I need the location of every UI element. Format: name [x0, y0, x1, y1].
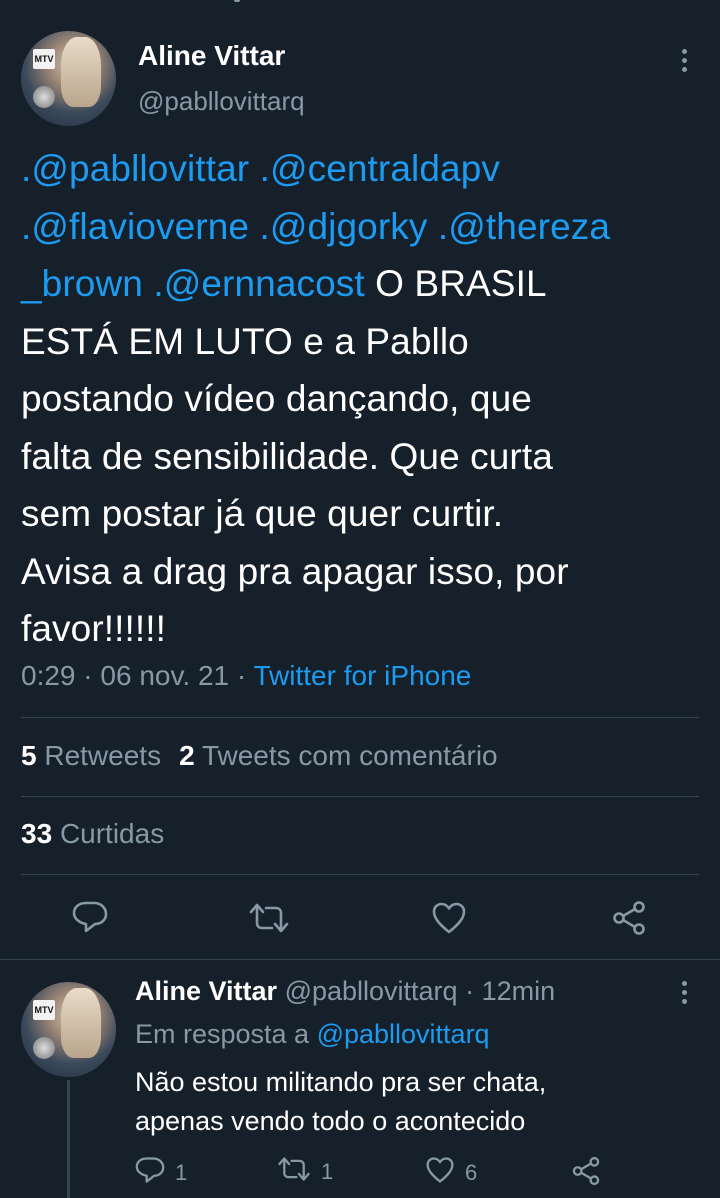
like-count: 6 — [465, 1160, 478, 1185]
tweet-line: .@pabllovittar .@centraldapv — [21, 140, 711, 198]
reply-retweet-button[interactable]: 1 — [277, 1156, 333, 1188]
mtv-logo: MTV — [33, 1000, 55, 1020]
tweet-body: ESTÁ EM LUTO e a Pabllo — [21, 320, 469, 362]
mention-link[interactable]: .@centraldapv — [260, 148, 500, 189]
tweet-source-link[interactable]: Twitter for iPhone — [253, 660, 471, 691]
share-icon[interactable] — [571, 1156, 601, 1192]
reply-author-handle[interactable]: @pabllovittarq — [285, 976, 458, 1006]
more-icon[interactable] — [682, 49, 688, 76]
thread-line — [67, 1080, 70, 1198]
mention-link[interactable]: .@ernnacost — [153, 263, 364, 304]
tweet-body: favor!!!!!! — [21, 608, 167, 649]
reply-time[interactable]: 12min — [482, 976, 556, 1006]
tweet-body: Avisa a drag pra apagar isso, por — [21, 550, 569, 592]
retweets-stat[interactable]: 5 Retweets — [21, 740, 161, 771]
like-icon[interactable] — [431, 901, 467, 935]
reply-text: Não estou militando pra ser chata, apena… — [135, 1067, 547, 1136]
tweet-line: .@flavioverne .@djgorky .@thereza — [21, 198, 711, 256]
divider — [21, 796, 699, 797]
tweet-body: falta de sensibilidade. Que curta — [21, 435, 553, 477]
top-edge — [0, 0, 720, 6]
reply-icon[interactable] — [135, 1156, 165, 1190]
retweet-icon[interactable] — [277, 1156, 311, 1188]
tweet-date[interactable]: 06 nov. 21 — [100, 660, 229, 691]
tweet-body: postando vídeo dançando, que — [21, 378, 532, 419]
tweet-body: O BRASIL — [375, 263, 547, 304]
mtv-logo: MTV — [33, 49, 55, 69]
reply-count: 1 — [175, 1160, 188, 1185]
divider — [21, 874, 699, 875]
replying-to-link[interactable]: @pabllovittarq — [317, 1019, 490, 1049]
tweet-time[interactable]: 0:29 — [21, 660, 76, 691]
tweet-body: sem postar já que quer curtir. — [21, 493, 504, 534]
section-divider — [0, 959, 720, 960]
reply-icon[interactable] — [72, 900, 108, 934]
retweet-icon[interactable] — [248, 902, 290, 934]
mention-link[interactable]: _brown — [21, 263, 143, 304]
more-icon[interactable] — [682, 981, 688, 1008]
author-avatar[interactable]: MTV — [21, 31, 116, 126]
retweet-stats: 5 Retweets 2 Tweets com comentário — [21, 740, 498, 772]
author-name[interactable]: Aline Vittar — [138, 40, 285, 72]
share-icon[interactable] — [611, 900, 647, 936]
tweet-text: .@pabllovittar .@centraldapv .@flaviover… — [21, 140, 711, 658]
reply-author-avatar[interactable]: MTV — [21, 982, 116, 1077]
divider — [21, 717, 699, 718]
like-icon[interactable] — [425, 1156, 455, 1190]
mention-link[interactable]: .@djgorky — [259, 206, 427, 247]
likes-stat[interactable]: 33 Curtidas — [21, 818, 164, 850]
reply-reply-button[interactable]: 1 — [135, 1156, 187, 1190]
replying-to: Em resposta a @pabllovittarq — [135, 1019, 490, 1049]
quotes-stat[interactable]: 2 Tweets com comentário — [179, 740, 498, 771]
mention-link[interactable]: .@thereza — [438, 206, 610, 247]
reply-author-name[interactable]: Aline Vittar — [135, 976, 277, 1006]
reply-like-button[interactable]: 6 — [425, 1156, 477, 1190]
reply-share-button[interactable] — [571, 1156, 601, 1192]
reply-header: Aline Vittar @pabllovittarq · 12min — [135, 976, 556, 1006]
mention-link[interactable]: .@flavioverne — [21, 206, 249, 247]
tweet-meta: 0:29 · 06 nov. 21 · Twitter for iPhone — [21, 660, 472, 691]
author-handle[interactable]: @pabllovittarq — [138, 86, 305, 117]
mention-link[interactable]: .@pabllovittar — [21, 148, 249, 189]
retweet-count: 1 — [321, 1159, 334, 1184]
tweet-line: _brown .@ernnacost O BRASIL — [21, 255, 711, 313]
